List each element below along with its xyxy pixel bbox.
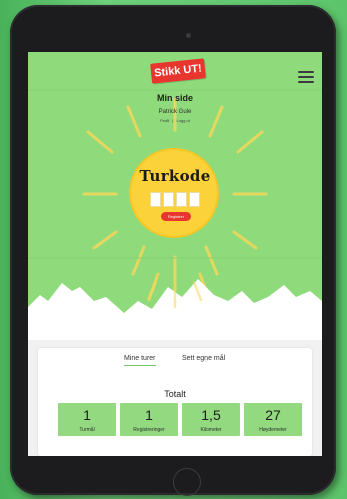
trips-card [38, 348, 312, 456]
hamburger-menu-icon[interactable] [298, 71, 314, 83]
stat-label: Registreringer [133, 427, 165, 433]
stat-value: 1 [145, 407, 153, 423]
stikk-ut-logo[interactable]: Stikk UT! [150, 58, 206, 84]
summary-title: Totalt [164, 389, 186, 399]
code-digit-input[interactable] [163, 192, 174, 207]
stat-value: 1,5 [201, 407, 221, 423]
camera-icon [186, 33, 191, 38]
stat-label: Kilometer [200, 427, 222, 433]
stat-registreringer: 1 Registreringer [120, 403, 178, 436]
code-digit-input[interactable] [176, 192, 187, 207]
stat-turmal: 1 Turmål [58, 403, 116, 436]
stat-label: Høydemeter [259, 427, 287, 433]
stat-value: 1 [83, 407, 91, 423]
stat-label: Turmål [79, 427, 95, 433]
page-title: Min side [156, 93, 193, 103]
code-input-group [150, 192, 200, 207]
code-digit-input[interactable] [189, 192, 200, 207]
tab-mine-turer[interactable]: Mine turer [124, 355, 156, 366]
logout-link[interactable]: Logg ut [177, 118, 190, 123]
profile-link[interactable]: Profil [160, 118, 169, 123]
link-separator: | [172, 118, 174, 123]
home-button[interactable] [173, 468, 201, 496]
stat-kilometer: 1,5 Kilometer [182, 403, 240, 436]
tab-sett-egne-mal[interactable]: Sett egne mål [182, 355, 225, 362]
register-button[interactable]: Registrer [161, 212, 191, 221]
code-digit-input[interactable] [150, 192, 161, 207]
top-nav: Stikk UT! [28, 52, 322, 90]
app-screen: Stikk UT! Min side Patrick Gule Profil |… [28, 52, 322, 456]
user-name: Patrick Gule [158, 109, 192, 115]
turkode-label: Turkode [139, 167, 211, 185]
stat-hoydemeter: 27 Høydemeter [244, 403, 302, 436]
stat-value: 27 [265, 407, 281, 423]
user-links: Profil | Logg ut [28, 118, 322, 123]
